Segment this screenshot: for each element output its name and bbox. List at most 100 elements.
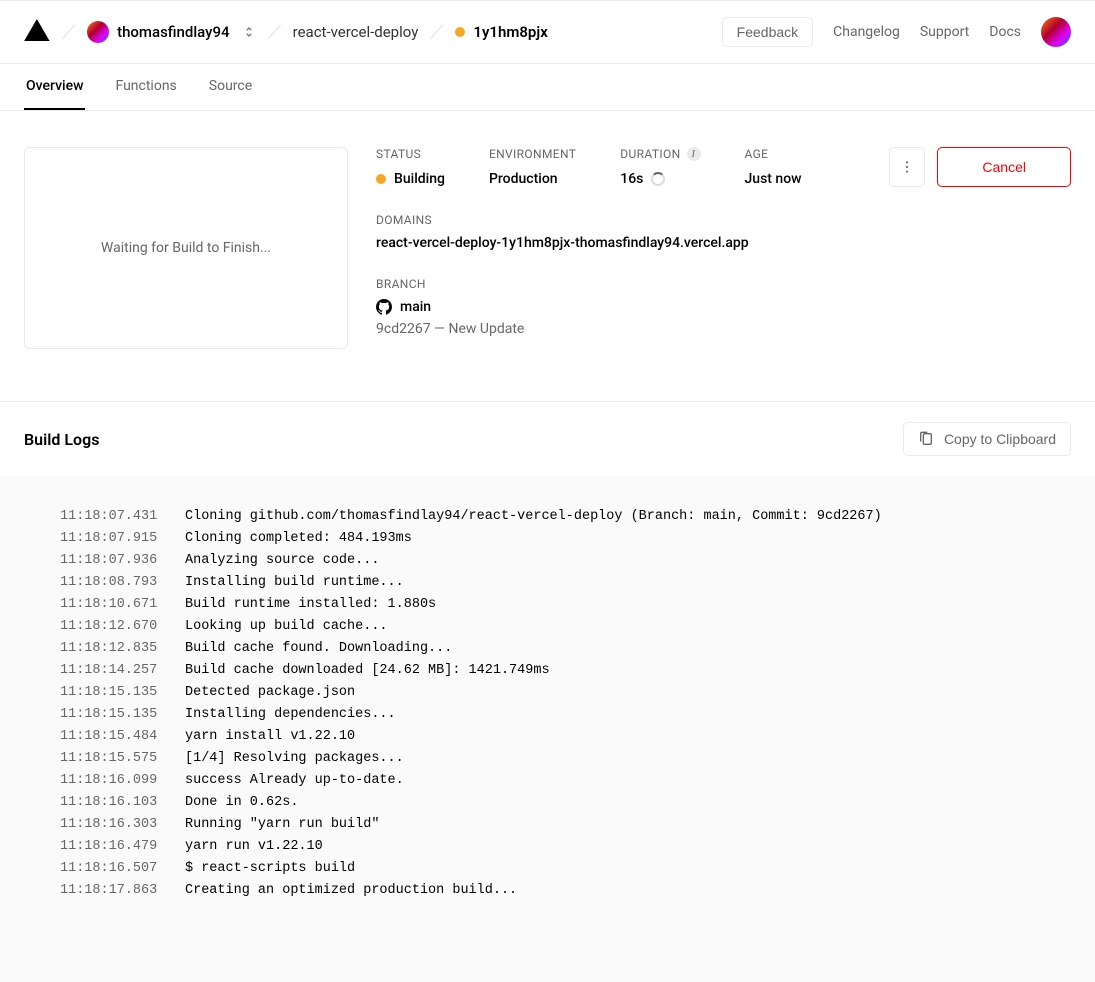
log-line: 11:18:15.135Installing dependencies... — [60, 704, 1071, 726]
info-icon[interactable]: i — [687, 147, 701, 161]
log-message: success Already up-to-date. — [185, 770, 404, 792]
status-building-dot-icon — [455, 27, 465, 37]
branch-name[interactable]: main — [400, 299, 431, 315]
build-logs-header: Build Logs Copy to Clipboard — [0, 402, 1095, 476]
log-timestamp: 11:18:07.915 — [60, 528, 165, 550]
log-line: 11:18:15.575 [1/4] Resolving packages... — [60, 748, 1071, 770]
log-line: 11:18:15.484 yarn install v1.22.10 — [60, 726, 1071, 748]
log-timestamp: 11:18:07.936 — [60, 550, 165, 572]
project-crumb[interactable]: react-vercel-deploy — [293, 23, 419, 41]
commit-row[interactable]: 9cd2267 — New Update — [376, 321, 1071, 337]
log-timestamp: 11:18:16.479 — [60, 836, 165, 858]
log-timestamp: 11:18:16.099 — [60, 770, 165, 792]
log-message: Running "yarn run build" — [185, 814, 379, 836]
log-line: 11:18:17.863Creating an optimized produc… — [60, 880, 1071, 902]
log-message: Done in 0.62s. — [185, 792, 298, 814]
log-message: Cloning completed: 484.193ms — [185, 528, 412, 550]
environment-label: ENVIRONMENT — [489, 147, 576, 161]
tab-functions[interactable]: Functions — [113, 64, 178, 110]
nav-link-docs[interactable]: Docs — [989, 24, 1021, 40]
log-timestamp: 11:18:16.303 — [60, 814, 165, 836]
deployment-id-label: 1y1hm8pjx — [473, 23, 547, 41]
log-message: Looking up build cache... — [185, 616, 388, 638]
header-bar: / thomasfindlay94 / react-vercel-deploy … — [0, 0, 1095, 64]
log-line: 11:18:16.099 success Already up-to-date. — [60, 770, 1071, 792]
copy-clipboard-button[interactable]: Copy to Clipboard — [903, 422, 1071, 456]
log-message: Installing dependencies... — [185, 704, 396, 726]
log-message: yarn install v1.22.10 — [185, 726, 355, 748]
clipboard-icon — [918, 431, 934, 447]
log-timestamp: 11:18:12.670 — [60, 616, 165, 638]
age-value: Just now — [745, 171, 802, 187]
environment-value: Production — [489, 171, 576, 187]
header-right: Feedback Changelog Support Docs — [722, 17, 1071, 47]
duration-value: 16s — [620, 171, 643, 187]
log-message: yarn run v1.22.10 — [185, 836, 323, 858]
nav-link-changelog[interactable]: Changelog — [833, 24, 900, 40]
log-message: Build cache found. Downloading... — [185, 638, 452, 660]
build-logs-title: Build Logs — [24, 430, 99, 449]
log-message: $ react-scripts build — [185, 858, 355, 880]
scope-owner-label: thomasfindlay94 — [117, 23, 229, 41]
breadcrumb-slash-icon: / — [428, 19, 445, 46]
log-message: Analyzing source code... — [185, 550, 379, 572]
deployment-crumb[interactable]: 1y1hm8pjx — [455, 23, 547, 41]
log-line: 11:18:12.835 Build cache found. Downloadi… — [60, 638, 1071, 660]
log-line: 11:18:07.936 Analyzing source code... — [60, 550, 1071, 572]
commit-sep: — — [431, 321, 449, 337]
log-line: 11:18:15.135Detected package.json — [60, 682, 1071, 704]
log-timestamp: 11:18:16.103 — [60, 792, 165, 814]
breadcrumb-slash-icon: / — [266, 19, 283, 46]
breadcrumb-slash-icon: / — [60, 19, 77, 46]
log-timestamp: 11:18:15.484 — [60, 726, 165, 748]
log-timestamp: 11:18:16.507 — [60, 858, 165, 880]
log-timestamp: 11:18:07.431 — [60, 506, 165, 528]
build-logs-body: 11:18:07.431 Cloning github.com/thomasfin… — [0, 476, 1095, 982]
scope-switcher-icon[interactable] — [242, 25, 256, 39]
log-message: Cloning github.com/thomasfindlay94/react… — [185, 506, 882, 528]
meta-age: AGE Just now — [745, 147, 802, 187]
status-label: STATUS — [376, 147, 445, 161]
meta-branch: BRANCH main 9cd2267 — New Update — [376, 277, 1071, 337]
log-line: 11:18:16.507 $ react-scripts build — [60, 858, 1071, 880]
log-timestamp: 11:18:10.671 — [60, 594, 165, 616]
log-timestamp: 11:18:17.863 — [60, 880, 165, 902]
avatar-icon — [87, 21, 109, 43]
log-line: 11:18:07.431 Cloning github.com/thomasfin… — [60, 506, 1071, 528]
log-line: 11:18:07.915 Cloning completed: 484.193ms — [60, 528, 1071, 550]
log-message: Build cache downloaded [24.62 MB]: 1421.… — [185, 660, 550, 682]
commit-hash: 9cd2267 — [376, 321, 431, 337]
vercel-logo-icon[interactable] — [24, 19, 50, 45]
status-value: Building — [394, 171, 445, 187]
log-timestamp: 11:18:15.135 — [60, 682, 165, 704]
log-line: 11:18:10.671Build runtime installed: 1.8… — [60, 594, 1071, 616]
status-dot-icon — [376, 174, 386, 184]
commit-message: New Update — [448, 321, 524, 337]
more-actions-button[interactable] — [889, 147, 925, 187]
log-line: 11:18:12.670 Looking up build cache... — [60, 616, 1071, 638]
scope-crumb[interactable]: thomasfindlay94 — [87, 21, 255, 43]
breadcrumb: / thomasfindlay94 / react-vercel-deploy … — [24, 19, 548, 45]
log-timestamp: 11:18:15.575 — [60, 748, 165, 770]
log-line: 11:18:16.303 Running "yarn run build" — [60, 814, 1071, 836]
log-line: 11:18:16.103 Done in 0.62s. — [60, 792, 1071, 814]
domain-link[interactable]: react-vercel-deploy-1y1hm8pjx-thomasfind… — [376, 235, 1071, 251]
log-timestamp: 11:18:12.835 — [60, 638, 165, 660]
preview-card: Waiting for Build to Finish... — [24, 147, 348, 349]
spinner-icon — [651, 172, 665, 186]
tab-overview[interactable]: Overview — [24, 64, 85, 110]
nav-link-support[interactable]: Support — [920, 24, 969, 40]
meta-domains: DOMAINS react-vercel-deploy-1y1hm8pjx-th… — [376, 213, 1071, 251]
feedback-button[interactable]: Feedback — [722, 17, 813, 47]
tab-source[interactable]: Source — [207, 64, 254, 110]
meta-status: STATUS Building — [376, 147, 445, 187]
meta-duration: DURATION i 16s — [620, 147, 700, 187]
user-avatar-icon[interactable] — [1041, 17, 1071, 47]
domains-label: DOMAINS — [376, 213, 1071, 227]
log-message: Installing build runtime... — [185, 572, 404, 594]
log-timestamp: 11:18:14.257 — [60, 660, 165, 682]
log-line: 11:18:16.479 yarn run v1.22.10 — [60, 836, 1071, 858]
deployment-content: Waiting for Build to Finish... STATUS Bu… — [0, 111, 1095, 349]
cancel-button[interactable]: Cancel — [937, 147, 1071, 187]
log-message: [1/4] Resolving packages... — [185, 748, 404, 770]
